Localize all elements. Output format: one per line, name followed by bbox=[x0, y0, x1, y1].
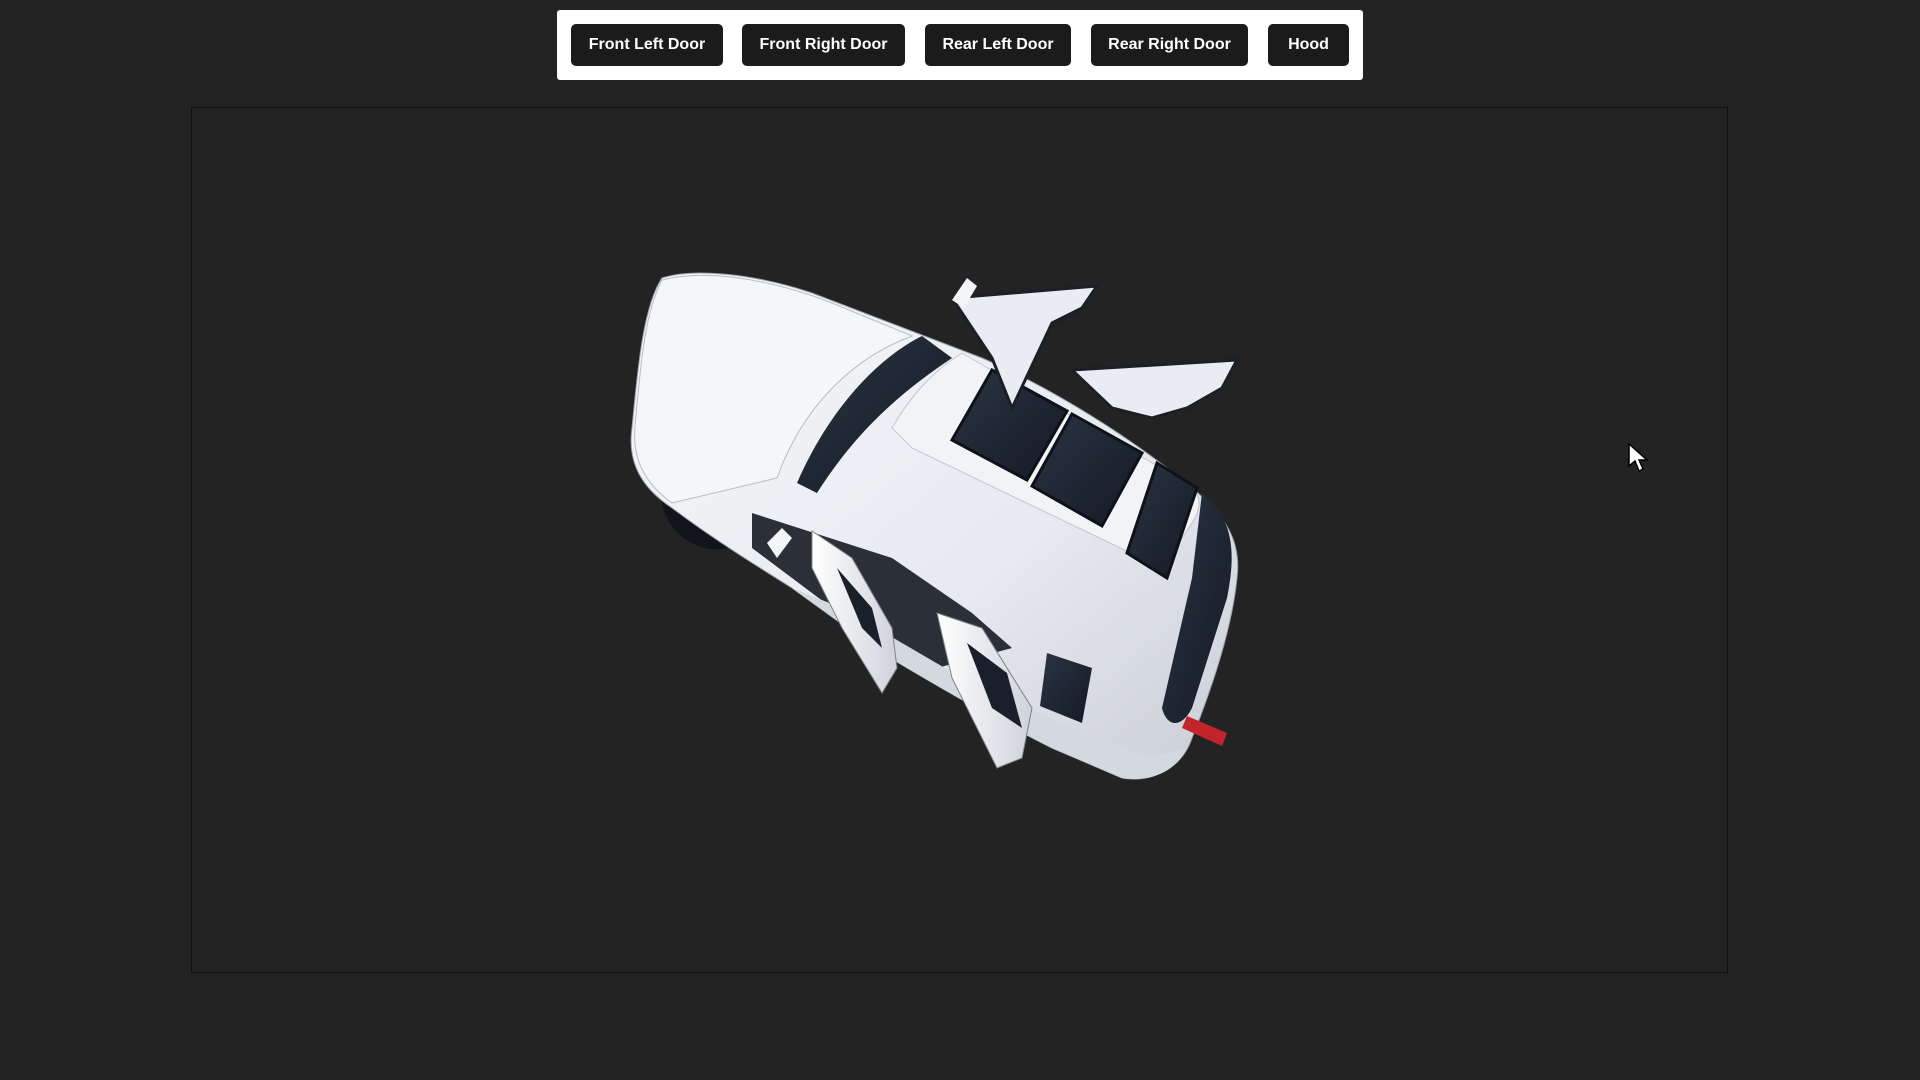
rear-left-door-button[interactable]: Rear Left Door bbox=[925, 24, 1071, 66]
door-control-toolbar: Front Left Door Front Right Door Rear Le… bbox=[557, 10, 1363, 80]
3d-viewer-canvas[interactable] bbox=[191, 107, 1728, 973]
car-model-render[interactable] bbox=[192, 108, 1728, 973]
hood-button[interactable]: Hood bbox=[1268, 24, 1349, 66]
mouse-pointer-icon bbox=[1628, 443, 1649, 473]
rear-right-door bbox=[1068, 358, 1240, 420]
front-right-door-button[interactable]: Front Right Door bbox=[742, 24, 905, 66]
car-model bbox=[630, 272, 1240, 780]
front-left-door-button[interactable]: Front Left Door bbox=[571, 24, 723, 66]
rear-right-door-button[interactable]: Rear Right Door bbox=[1091, 24, 1248, 66]
